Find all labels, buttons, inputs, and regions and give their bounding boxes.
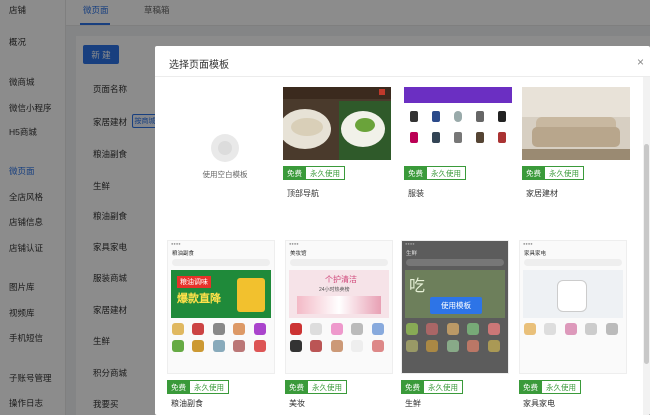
modal-scrollbar-thumb[interactable] [644, 144, 649, 364]
permanent-tag: 永久使用 [542, 380, 581, 394]
banner-product-image [237, 278, 265, 312]
banner-product-image [297, 296, 381, 314]
template-tags: 免费 永久使用 [404, 166, 466, 180]
free-tag: 免费 [285, 380, 308, 394]
free-tag: 免费 [519, 380, 542, 394]
phone-category-grid [524, 323, 624, 335]
permanent-tag: 永久使用 [306, 166, 345, 180]
template-grid: 使用空白模板 免费 永久使用 顶部导航 免费 永久使用 服装 免费 永久使用 家… [155, 77, 650, 415]
phone-status-bar: ●●●● [289, 241, 299, 246]
free-tag: 免费 [522, 166, 545, 180]
phone-banner: 个护清洁 24小时热卖榜 [289, 270, 389, 318]
phone-banner: 粮油调味 爆款直降 [171, 270, 271, 318]
phone-app-title: 生鲜 [406, 251, 418, 257]
phone-app-title: 家具家电 [524, 251, 547, 257]
template-thumbnail: ●●●● 生鲜 吃 使用模板 [401, 240, 509, 374]
template-picker-modal: 选择页面模板 × 使用空白模板 免费 永久使用 顶部导航 免费 永久使用 服装 … [155, 46, 650, 415]
banner-product-image [557, 280, 587, 312]
phone-search-bar [406, 259, 504, 266]
template-name: 服装 [408, 189, 424, 198]
permanent-tag: 永久使用 [190, 380, 229, 394]
blank-template-card[interactable]: 使用空白模板 [165, 87, 285, 227]
banner-top-text: 粮油调味 [177, 276, 211, 288]
template-name: 美妆 [289, 399, 305, 408]
banner-main-text: 爆款直降 [177, 293, 221, 305]
template-tags: 免费 永久使用 [519, 380, 581, 394]
template-name: 粮油副食 [171, 399, 203, 408]
free-tag: 免费 [404, 166, 427, 180]
permanent-tag: 永久使用 [427, 166, 466, 180]
template-tags: 免费 永久使用 [167, 380, 229, 394]
free-tag: 免费 [167, 380, 190, 394]
blank-template-label: 使用空白模板 [202, 170, 248, 179]
template-thumbnail [283, 87, 391, 160]
template-thumbnail [404, 87, 512, 160]
phone-status-bar: ●●●● [171, 241, 181, 246]
phone-search-bar [172, 259, 270, 266]
banner-top-text: 个护清洁 [325, 275, 357, 284]
phone-category-grid [172, 323, 272, 352]
permanent-tag: 永久使用 [545, 166, 584, 180]
phone-search-bar [524, 259, 622, 266]
phone-category-grid [290, 323, 390, 352]
template-tags: 免费 永久使用 [522, 166, 584, 180]
template-thumbnail: ●●●● 家具家电 [519, 240, 627, 374]
free-tag: 免费 [401, 380, 424, 394]
template-tags: 免费 永久使用 [401, 380, 463, 394]
permanent-tag: 永久使用 [308, 380, 347, 394]
free-tag: 免费 [283, 166, 306, 180]
template-tags: 免费 永久使用 [285, 380, 347, 394]
template-name: 顶部导航 [287, 189, 319, 198]
phone-status-bar: ●●●● [405, 241, 415, 246]
modal-title: 选择页面模板 [169, 60, 229, 71]
phone-search-bar [290, 259, 388, 266]
close-icon[interactable]: × [637, 55, 644, 69]
blank-template-icon [211, 134, 239, 162]
template-name: 家居建材 [526, 189, 558, 198]
template-tags: 免费 永久使用 [283, 166, 345, 180]
template-thumbnail: ●●●● 美妆馆 个护清洁 24小时热卖榜 [285, 240, 393, 374]
template-thumbnail [522, 87, 630, 160]
phone-category-grid [406, 323, 506, 352]
template-name: 家具家电 [523, 399, 555, 408]
banner-top-text: 吃 [409, 278, 426, 295]
phone-app-title: 粮油副食 [172, 251, 195, 257]
banner-main-text: 24小时热卖榜 [319, 287, 350, 293]
phone-app-title: 美妆馆 [290, 251, 307, 257]
permanent-tag: 永久使用 [424, 380, 463, 394]
template-thumbnail: ●●●● 粮油副食 粮油调味 爆款直降 [167, 240, 275, 374]
template-name: 生鲜 [405, 399, 421, 408]
phone-banner [523, 270, 623, 318]
phone-status-bar: ●●●● [523, 241, 533, 246]
use-template-button[interactable]: 使用模板 [430, 297, 482, 314]
